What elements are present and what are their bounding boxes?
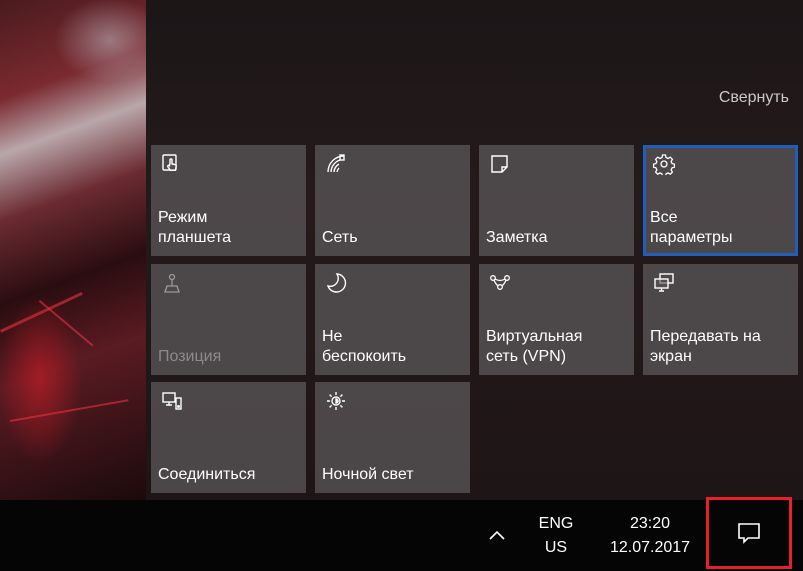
night-light-icon [327, 392, 345, 410]
tile-label: Сеть [322, 229, 358, 246]
tile-label: Позиция [158, 348, 222, 365]
tile-label: Виртуальная сеть (VPN) [486, 328, 583, 365]
tile-label: Передавать на экран [650, 328, 761, 365]
clock[interactable]: 23:20 12.07.2017 [598, 512, 702, 560]
tile-tablet-mode[interactable]: Режим планшета [151, 145, 306, 256]
tile-vpn[interactable]: Виртуальная сеть (VPN) [479, 264, 634, 375]
clock-time: 23:20 [629, 515, 671, 532]
tile-network[interactable]: Сеть [315, 145, 470, 256]
tablet-mode-icon [162, 154, 177, 171]
tile-project[interactable]: Передавать на экран [643, 264, 798, 375]
desktop-wallpaper [0, 0, 150, 500]
connect-icon [162, 392, 182, 410]
keyboard-layout: US [544, 539, 568, 556]
tile-label: Не беспокоить [322, 328, 407, 365]
input-language-indicator[interactable]: ENG US [530, 512, 582, 560]
desktop: Свернуть Режим планшета Сеть Заметка Все… [0, 0, 803, 571]
gear-icon [653, 154, 675, 175]
action-center-button[interactable] [706, 497, 792, 569]
vpn-icon [490, 275, 510, 290]
taskbar: ENG US 23:20 12.07.2017 [0, 497, 803, 571]
project-icon [654, 273, 674, 292]
action-center-panel: Свернуть Режим планшета Сеть Заметка Все… [146, 0, 803, 500]
tile-label: Ночной свет [322, 466, 414, 483]
collapse-link[interactable]: Свернуть [719, 89, 789, 107]
tile-connect[interactable]: Соединиться [151, 382, 306, 493]
tile-label: Все параметры [650, 209, 733, 246]
show-hidden-icons-button[interactable] [484, 522, 510, 548]
tile-all-settings[interactable]: Все параметры [643, 145, 798, 256]
tile-night-light[interactable]: Ночной свет [315, 382, 470, 493]
tile-label: Соединиться [158, 466, 256, 483]
note-icon [491, 155, 508, 173]
tile-note[interactable]: Заметка [479, 145, 634, 256]
action-center-icon [738, 523, 760, 544]
tile-label: Заметка [486, 229, 548, 246]
chevron-up-icon [489, 530, 505, 540]
network-icon [327, 154, 345, 173]
moon-icon [326, 273, 347, 293]
tile-location[interactable]: Позиция [151, 264, 306, 375]
language-code: ENG [538, 515, 574, 532]
tile-do-not-disturb[interactable]: Не беспокоить [315, 264, 470, 375]
location-icon [164, 273, 180, 293]
tile-label: Режим планшета [158, 209, 231, 246]
clock-date: 12.07.2017 [609, 539, 691, 556]
